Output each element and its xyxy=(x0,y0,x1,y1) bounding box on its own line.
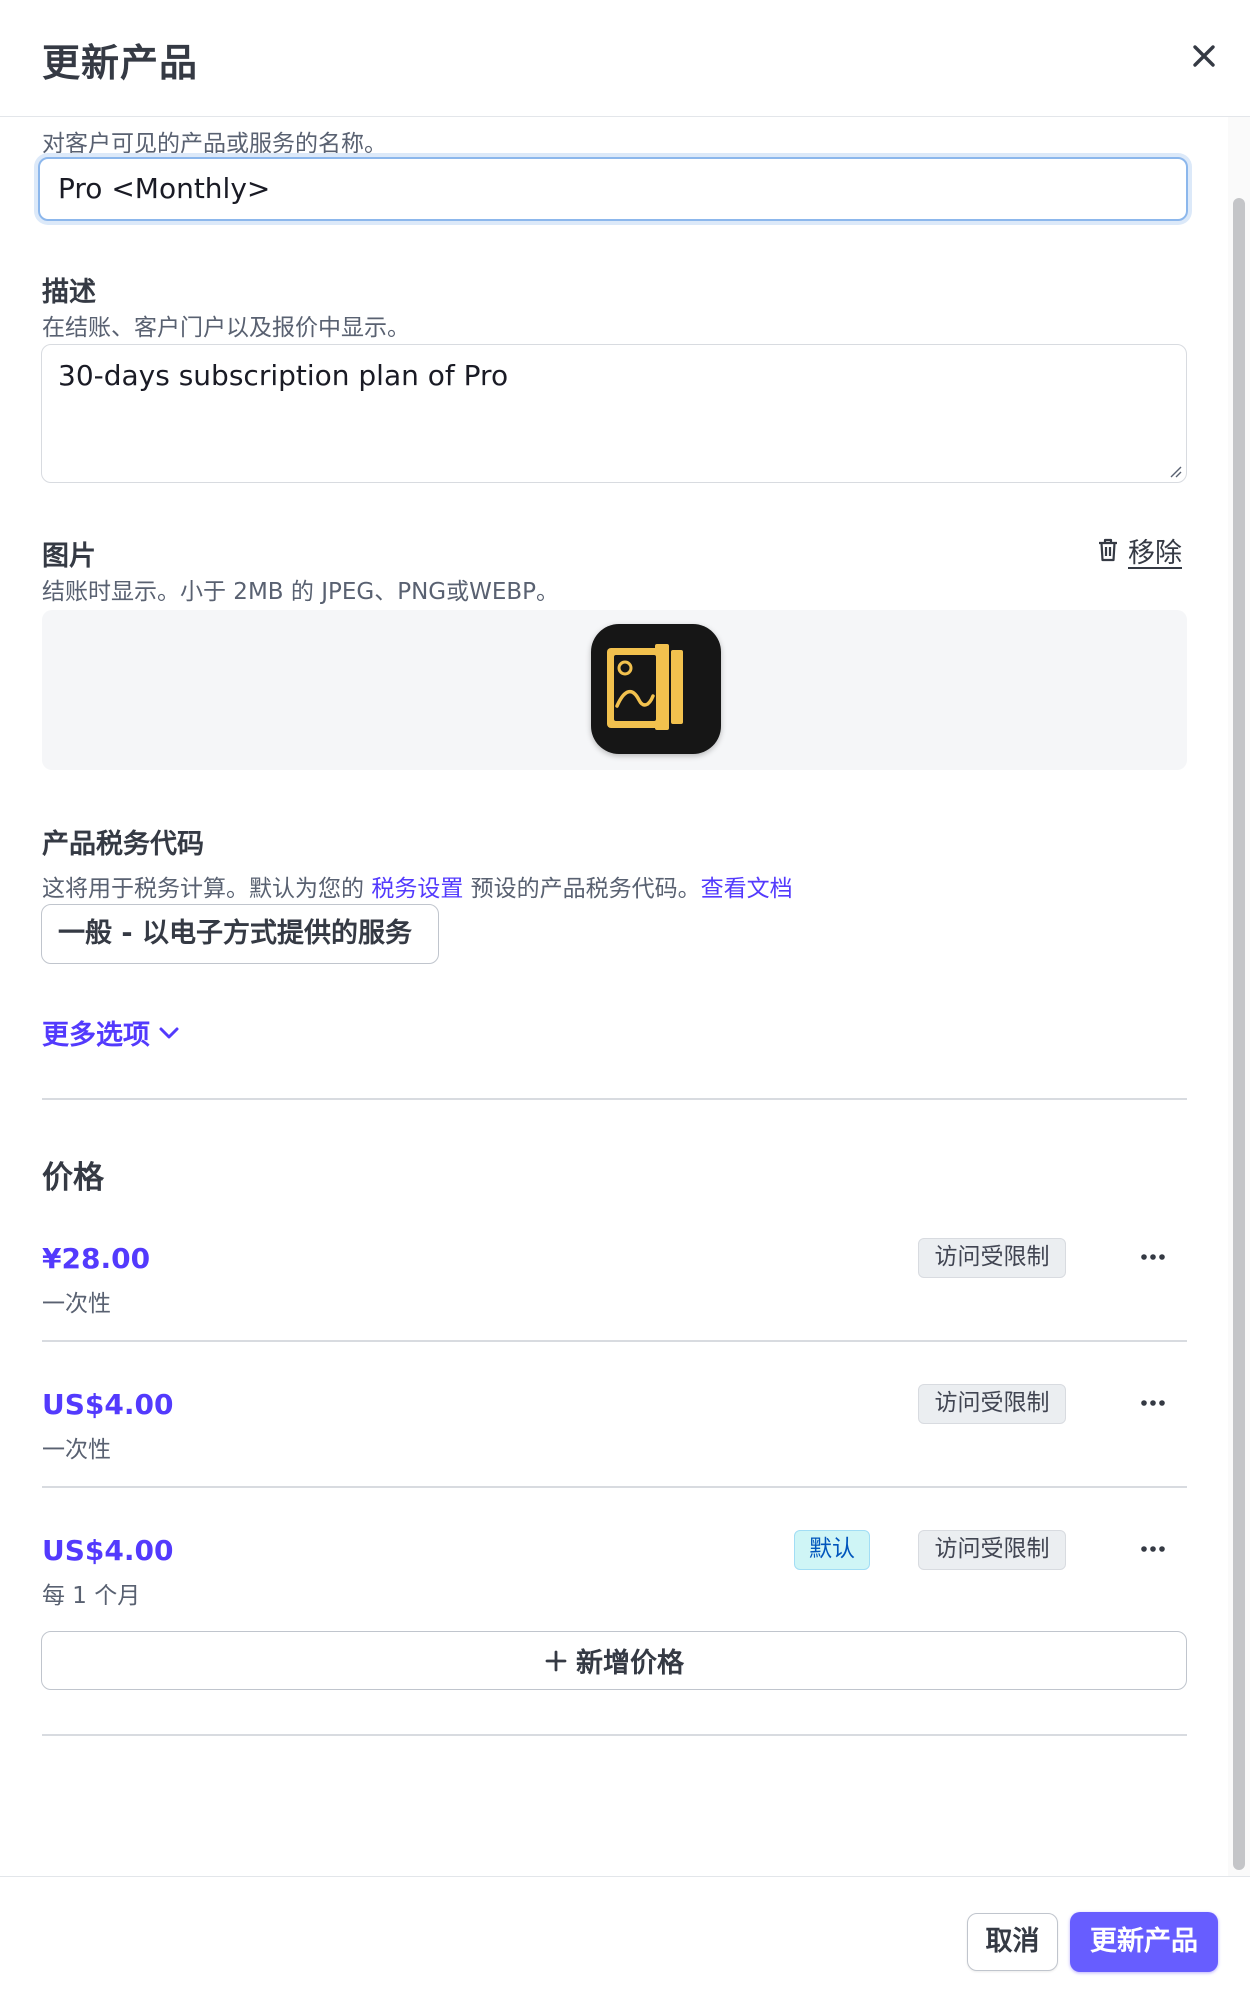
plus-icon xyxy=(545,1650,567,1671)
section-divider xyxy=(42,1098,1187,1100)
more-horizontal-icon xyxy=(1141,1546,1165,1552)
tax-code-select-button[interactable]: 一般 - 以电子方式提供的服务 xyxy=(41,904,439,964)
section-divider xyxy=(42,1734,1187,1736)
trash-icon xyxy=(1099,538,1117,562)
restricted-access-badge: 访问受限制 xyxy=(918,1530,1066,1570)
chevron-down-icon xyxy=(159,1027,179,1038)
more-options-toggle[interactable]: 更多选项 xyxy=(42,1013,182,1052)
price-amount[interactable]: US$4.00 xyxy=(42,1534,173,1567)
tax-helper-middle: 预设的产品税务代码。 xyxy=(470,876,701,902)
prices-title: 价格 xyxy=(42,1160,104,1196)
price-interval: 每 1 个月 xyxy=(42,1583,141,1609)
modal-header: 更新产品 xyxy=(0,0,1250,117)
restricted-access-badge: 访问受限制 xyxy=(918,1384,1066,1424)
add-price-button[interactable]: 新增价格 xyxy=(41,1631,1187,1690)
remove-image-button[interactable]: 移除 xyxy=(1096,532,1182,569)
price-amount[interactable]: ¥28.00 xyxy=(42,1242,150,1275)
cancel-button[interactable]: 取消 xyxy=(967,1913,1058,1971)
scrollbar-thumb[interactable] xyxy=(1233,198,1245,1870)
remove-image-label: 移除 xyxy=(1128,537,1182,569)
price-more-button[interactable] xyxy=(1136,1386,1170,1420)
more-options-label: 更多选项 xyxy=(42,1020,150,1051)
tax-code-label: 产品税务代码 xyxy=(42,829,204,860)
resize-grip-icon[interactable] xyxy=(1166,462,1182,478)
tax-code-helper-text: 这将用于税务计算。默认为您的 税务设置 预设的产品税务代码。查看文档 xyxy=(42,869,793,903)
modal-title: 更新产品 xyxy=(42,41,199,85)
product-name-input[interactable]: Pro <Monthly> xyxy=(38,157,1188,221)
price-interval: 一次性 xyxy=(42,1437,111,1463)
description-value: 30-days subscription plan of Pro xyxy=(58,359,509,392)
more-horizontal-icon xyxy=(1141,1400,1165,1406)
price-more-button[interactable] xyxy=(1136,1240,1170,1274)
price-row: US$4.00 一次性 访问受限制 xyxy=(42,1384,1187,1514)
description-textarea[interactable]: 30-days subscription plan of Pro xyxy=(41,344,1187,483)
product-image xyxy=(591,624,721,754)
more-horizontal-icon xyxy=(1141,1254,1165,1260)
tax-helper-prefix: 这将用于税务计算。默认为您的 xyxy=(42,876,364,902)
price-more-button[interactable] xyxy=(1136,1532,1170,1566)
gallery-app-icon xyxy=(607,644,683,730)
restricted-access-badge: 访问受限制 xyxy=(918,1238,1066,1278)
description-helper-text: 在结账、客户门户以及报价中显示。 xyxy=(42,315,410,341)
name-helper-text: 对客户可见的产品或服务的名称。 xyxy=(42,131,387,157)
price-row-divider xyxy=(42,1340,1187,1342)
description-label: 描述 xyxy=(42,277,96,308)
image-label: 图片 xyxy=(42,541,96,572)
modal-footer: 取消 更新产品 xyxy=(0,1876,1250,2008)
price-row: ¥28.00 一次性 访问受限制 xyxy=(42,1238,1187,1368)
price-row-divider xyxy=(42,1486,1187,1488)
view-docs-link[interactable]: 查看文档 xyxy=(701,876,793,902)
update-product-button[interactable]: 更新产品 xyxy=(1070,1912,1218,1972)
price-interval: 一次性 xyxy=(42,1291,111,1317)
price-amount[interactable]: US$4.00 xyxy=(42,1388,173,1421)
image-preview-area[interactable] xyxy=(42,610,1187,770)
close-icon xyxy=(1193,45,1215,67)
image-helper-text: 结账时显示。小于 2MB 的 JPEG、PNG或WEBP。 xyxy=(42,579,560,605)
tax-settings-link[interactable]: 税务设置 xyxy=(371,876,463,902)
close-button[interactable] xyxy=(1186,38,1222,74)
default-price-badge: 默认 xyxy=(794,1530,870,1570)
add-price-label: 新增价格 xyxy=(576,1648,684,1679)
